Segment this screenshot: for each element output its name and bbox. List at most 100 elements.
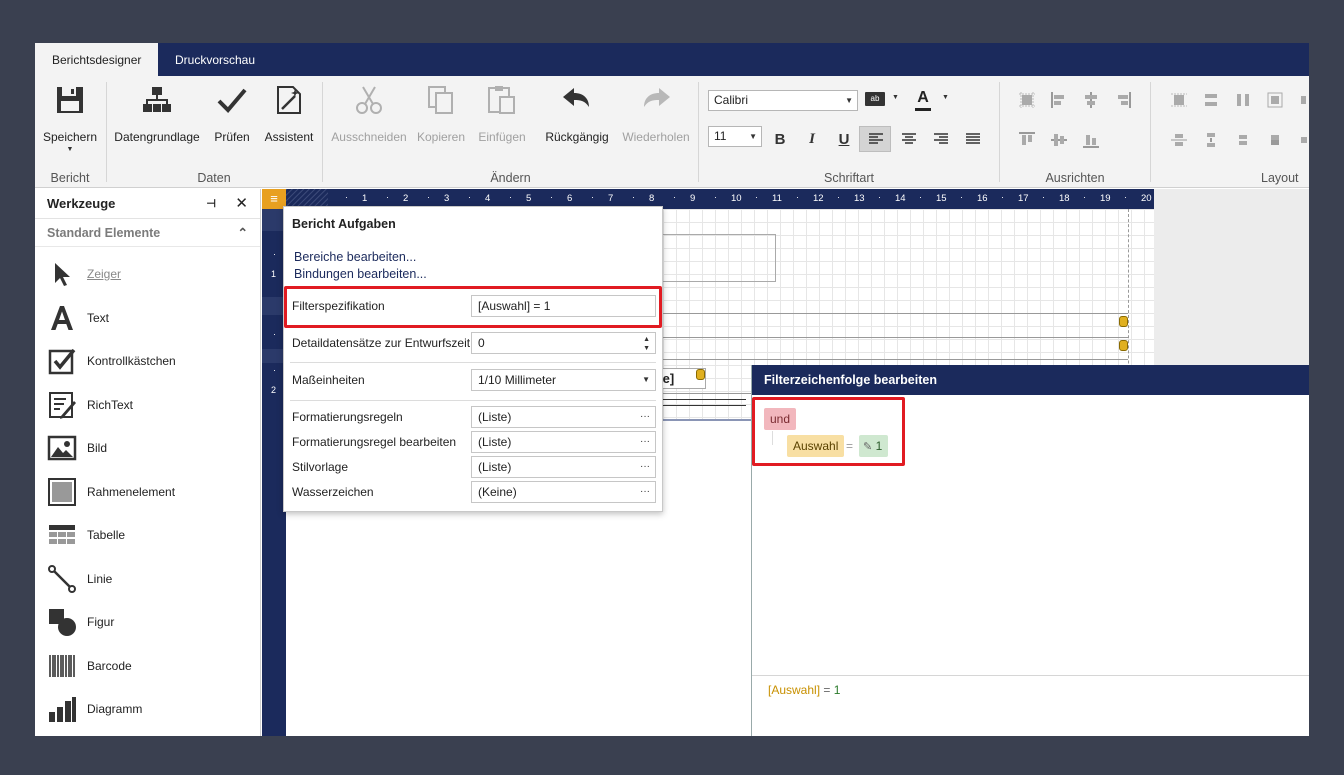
undo-icon: [563, 88, 589, 107]
rueckgaengig-button[interactable]: Rückgängig: [539, 84, 615, 144]
ruler-tick-mark: ·: [345, 192, 348, 202]
ruler-tick-mark: ·: [673, 192, 676, 202]
bindungen-bearbeiten-link[interactable]: Bindungen bearbeiten...: [294, 267, 427, 281]
highlight-color-icon[interactable]: ab: [865, 92, 885, 106]
ruler-tick-mark: ·: [632, 192, 635, 202]
pin-icon[interactable]: ⊣: [206, 189, 216, 219]
toolbox-item-barcode[interactable]: Barcode: [35, 645, 260, 689]
scissors-icon: [356, 86, 382, 114]
ellipsis-icon[interactable]: ···: [640, 407, 650, 427]
filter-highlight-box: [284, 286, 662, 328]
toolbox-item-richtext[interactable]: RichText: [35, 384, 260, 428]
style-sheet-field[interactable]: (Liste) ···: [471, 456, 656, 478]
chart-icon: [49, 697, 76, 722]
ruler-tick-label: 10: [731, 193, 742, 204]
font-color-icon[interactable]: A: [915, 89, 931, 111]
underline-button[interactable]: U: [835, 131, 853, 149]
size-to-grid-icon[interactable]: [1267, 92, 1283, 108]
align-tops-icon[interactable]: [1019, 132, 1035, 148]
ellipsis-icon[interactable]: ···: [640, 482, 650, 502]
align-grid-icon[interactable]: [1019, 92, 1035, 108]
wiederholen-button[interactable]: Wiederholen: [616, 84, 696, 144]
edit-formatting-rule-field[interactable]: (Liste) ···: [471, 431, 656, 453]
ruler-tick-label: 5: [526, 193, 532, 204]
report-control[interactable]: [656, 234, 776, 282]
toolbox-item-rahmenelement[interactable]: Rahmenelement: [35, 471, 260, 515]
align-left-button[interactable]: [859, 126, 891, 152]
remove-spacing-icon[interactable]: [1267, 132, 1283, 148]
einfuegen-button[interactable]: Einfügen: [466, 84, 538, 144]
same-width-icon[interactable]: [1203, 92, 1219, 108]
assistent-button[interactable]: Assistent: [252, 84, 326, 144]
ruler-tick-mark: ·: [509, 192, 512, 202]
align-bottoms-icon[interactable]: [1083, 132, 1099, 148]
toolbox-item-kontrollkaestchen[interactable]: Kontrollkästchen: [35, 340, 260, 384]
ruler-tick-label: 14: [895, 193, 906, 204]
align-justify-icon[interactable]: [966, 133, 980, 145]
toolbox-category[interactable]: Standard Elemente ⌃: [35, 219, 260, 247]
ruler-tick-mark: ·: [550, 192, 553, 202]
toolbox-panel: Werkzeuge ⊣ ✕ Standard Elemente ⌃ Zeiger …: [35, 189, 261, 736]
chevron-up-icon: ⌃: [237, 226, 248, 240]
copy-icon: [428, 86, 453, 114]
font-color-dropdown-icon[interactable]: ▼: [942, 94, 949, 101]
formatting-rules-field[interactable]: (Liste) ···: [471, 406, 656, 428]
font-name-combo[interactable]: Calibri ▼: [708, 90, 858, 111]
property-wasserzeichen: Wasserzeichen (Keine) ···: [290, 481, 656, 503]
toolbox-item-diagramm[interactable]: Diagramm: [35, 688, 260, 732]
toolbox-item-zeiger[interactable]: Zeiger: [35, 253, 260, 297]
pointer-icon: [55, 263, 70, 286]
datengrundlage-button[interactable]: Datengrundlage: [113, 84, 201, 144]
ellipsis-icon[interactable]: ···: [640, 457, 650, 477]
vertical-spacing-icon[interactable]: [1171, 132, 1187, 148]
toolbox-item-figur[interactable]: Figur: [35, 601, 260, 645]
same-height-icon[interactable]: [1235, 92, 1251, 108]
detail-records-stepper[interactable]: 0 ▲ ▼: [471, 332, 656, 354]
ruler-tick-label: 1: [362, 193, 368, 204]
tab-berichtsdesigner[interactable]: Berichtsdesigner: [35, 43, 159, 76]
bereiche-bearbeiten-link[interactable]: Bereiche bearbeiten...: [294, 250, 416, 264]
ellipsis-icon[interactable]: ···: [640, 432, 650, 452]
ausschneiden-button[interactable]: Ausschneiden: [331, 84, 407, 144]
align-lefts-icon[interactable]: [1051, 92, 1067, 108]
filter-expression-text[interactable]: [Auswahl] = 1: [768, 683, 840, 697]
database-field-icon: [696, 369, 705, 380]
ruler-tick-label: 9: [690, 193, 696, 204]
align-centers-icon[interactable]: [1083, 92, 1099, 108]
highlight-dropdown-icon[interactable]: ▼: [892, 94, 899, 101]
ruler-tick-mark: ·: [755, 192, 758, 202]
align-right-icon[interactable]: [934, 133, 948, 145]
increase-spacing-icon[interactable]: [1203, 132, 1219, 148]
ribbon-group-aendern: Ausschneiden Kopieren Einfügen Rückgängi…: [323, 76, 698, 188]
center-horizontally-icon[interactable]: [1299, 132, 1309, 148]
close-icon[interactable]: ✕: [235, 189, 248, 219]
italic-button[interactable]: I: [803, 131, 821, 149]
toolbox-item-bild[interactable]: Bild: [35, 427, 260, 471]
ruler-tick-label: 15: [936, 193, 947, 204]
ruler-tick-label: 8: [649, 193, 655, 204]
ruler-tick-label: 6: [567, 193, 573, 204]
save-button[interactable]: Speichern ▼: [35, 84, 106, 153]
same-size-icon[interactable]: [1171, 92, 1187, 108]
ruler-tick-label: 19: [1100, 193, 1111, 204]
richtext-icon: [49, 391, 76, 419]
bold-button[interactable]: B: [771, 131, 789, 149]
line-icon: [48, 564, 76, 593]
toolbox-item-text[interactable]: Text: [35, 297, 260, 341]
toolbox-item-tabelle[interactable]: Tabelle: [35, 514, 260, 558]
horizontal-spacing-icon[interactable]: [1299, 92, 1309, 108]
toolbox-item-linie[interactable]: Linie: [35, 558, 260, 602]
align-middles-icon[interactable]: [1051, 132, 1067, 148]
units-select[interactable]: 1/10 Millimeter ▼: [471, 369, 656, 391]
align-center-icon[interactable]: [902, 133, 916, 145]
tab-druckvorschau[interactable]: Druckvorschau: [158, 43, 272, 76]
save-icon: [57, 87, 83, 113]
font-size-combo[interactable]: 11 ▼: [708, 126, 762, 147]
align-rights-icon[interactable]: [1115, 92, 1131, 108]
checkbox-icon: [48, 348, 76, 375]
decrease-spacing-icon[interactable]: [1235, 132, 1251, 148]
watermark-field[interactable]: (Keine) ···: [471, 481, 656, 503]
spinner-icon[interactable]: ▲ ▼: [643, 335, 650, 353]
ruler-tick-label: 13: [854, 193, 865, 204]
save-dropdown-icon[interactable]: ▼: [35, 146, 106, 153]
